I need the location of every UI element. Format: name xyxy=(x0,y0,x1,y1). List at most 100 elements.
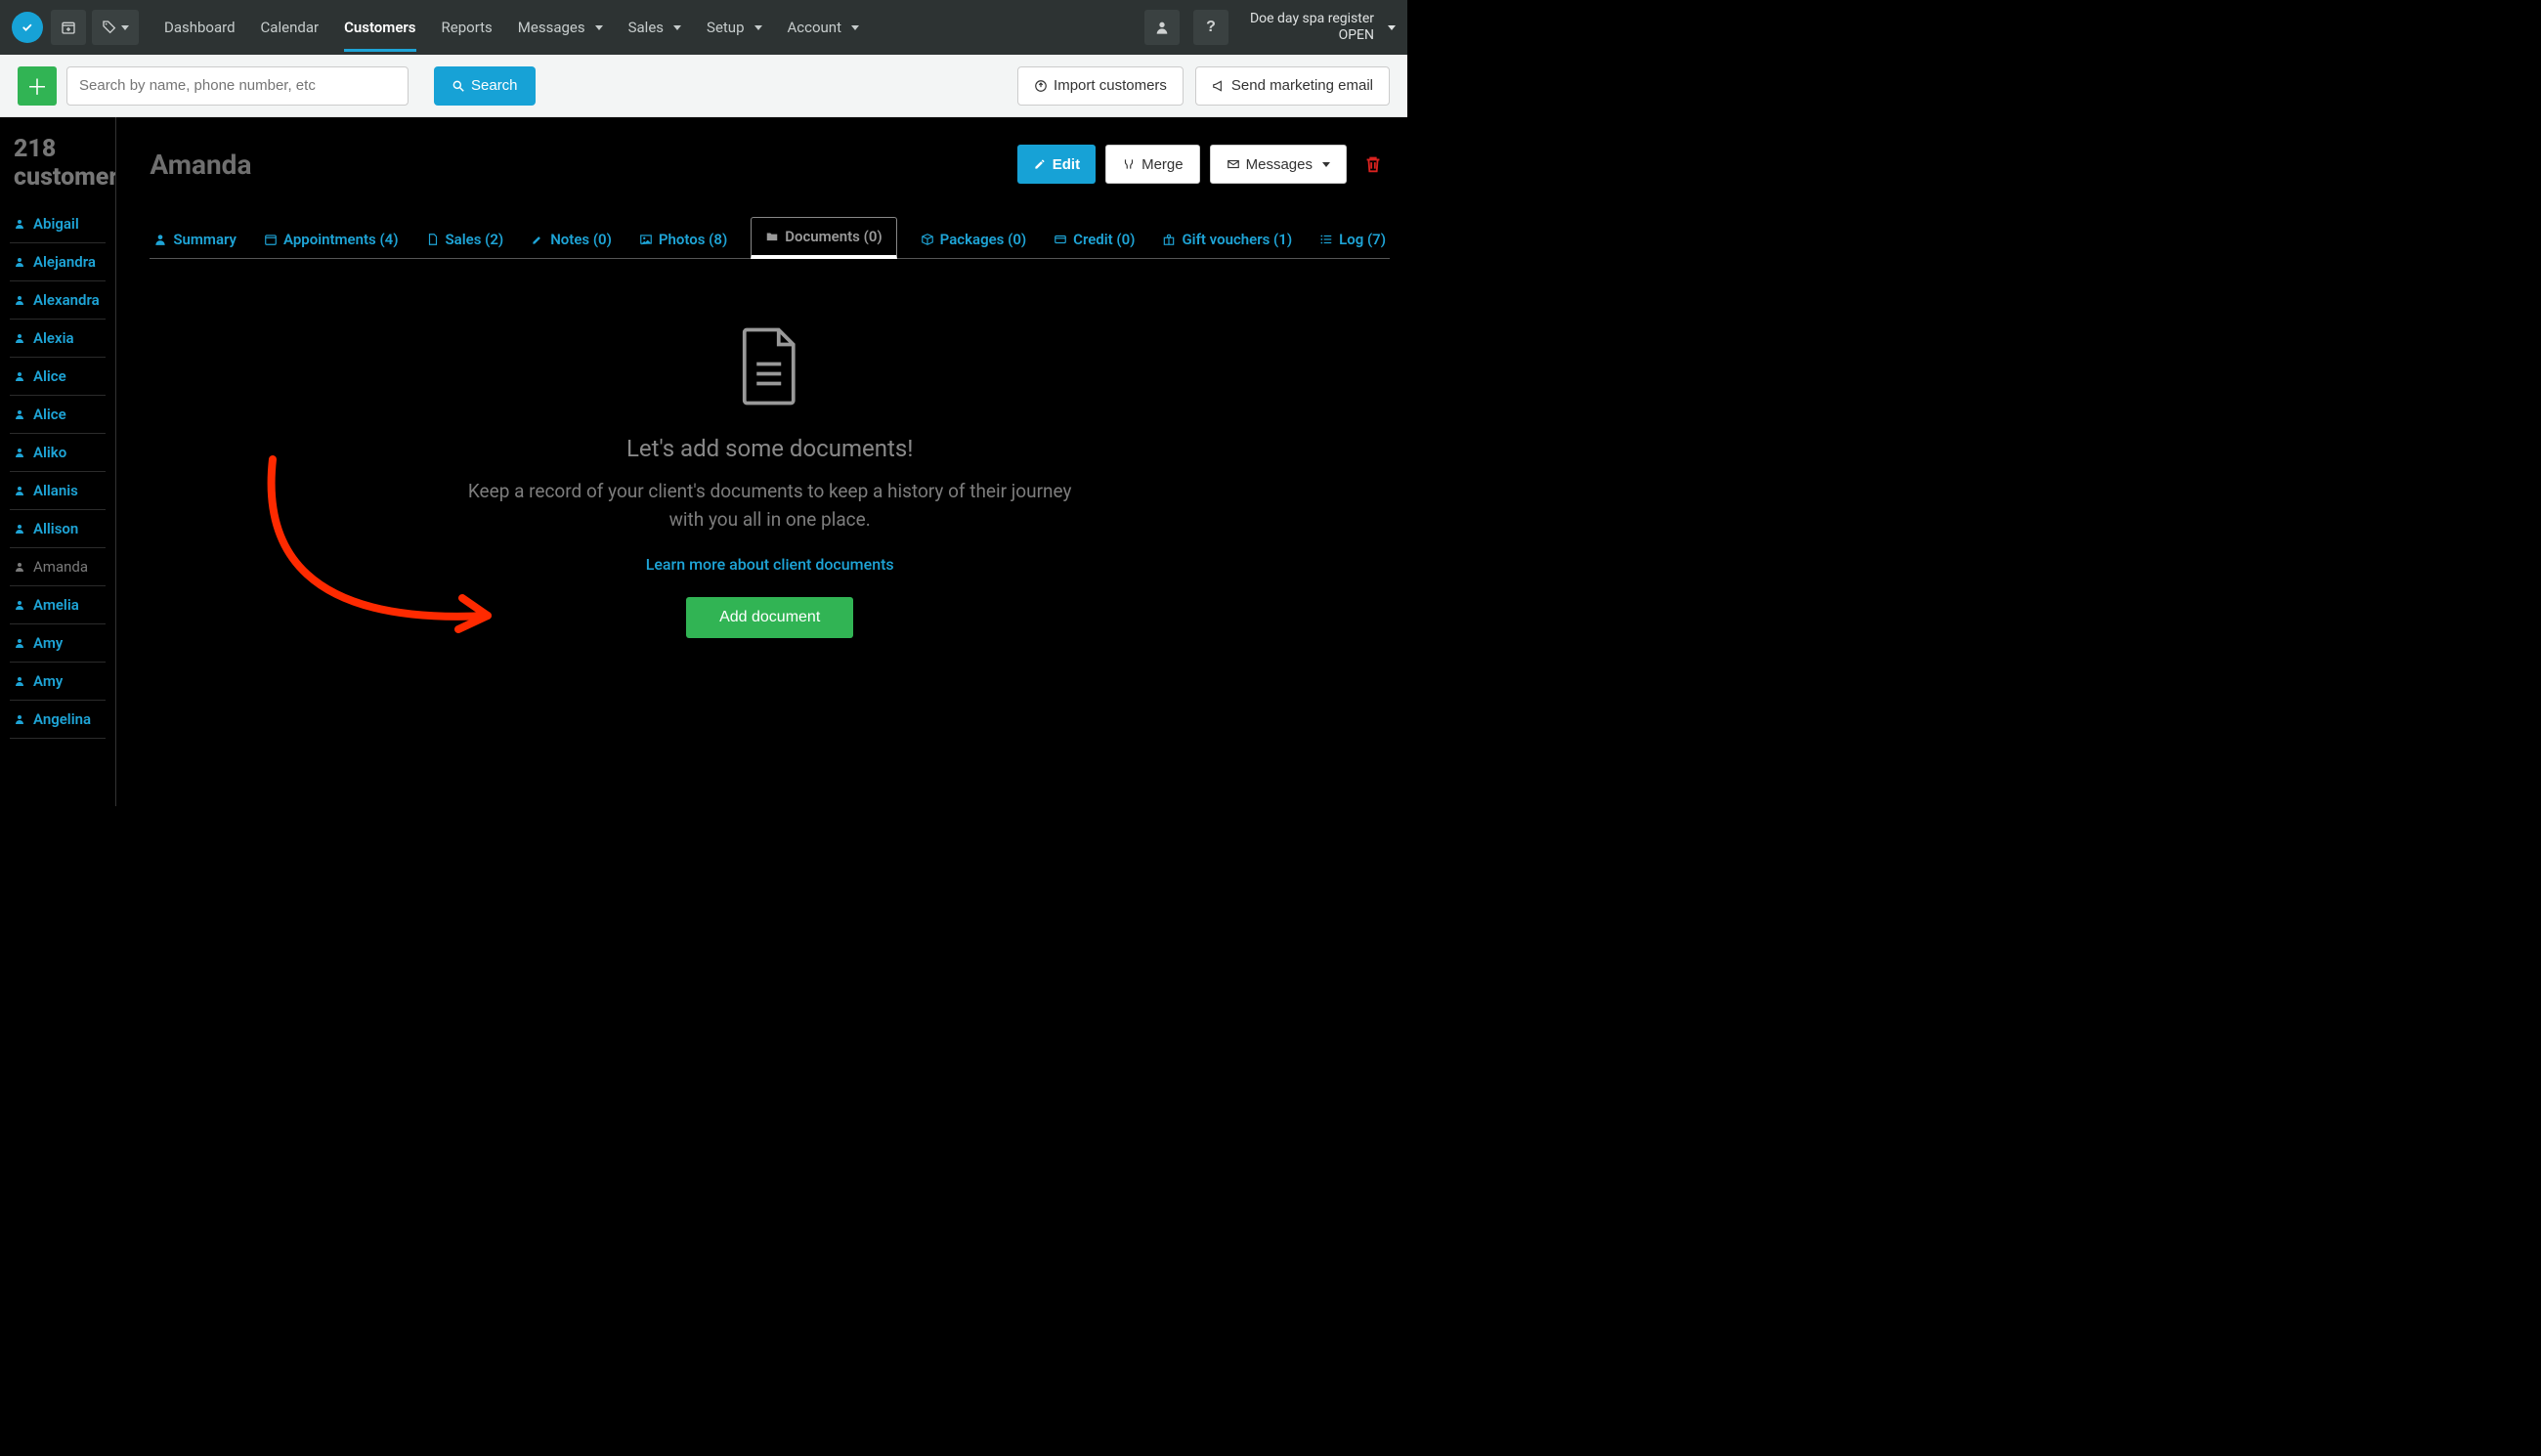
import-customers-button[interactable]: Import customers xyxy=(1017,66,1184,106)
nav-item-customers[interactable]: Customers xyxy=(344,3,415,52)
envelope-icon xyxy=(1227,157,1240,171)
calendar-add-button[interactable] xyxy=(51,10,86,45)
customer-list-item[interactable]: Allison xyxy=(10,510,106,548)
tab-label: Notes (0) xyxy=(550,231,612,248)
search-icon xyxy=(452,79,465,93)
merge-icon xyxy=(1122,157,1136,171)
search-button[interactable]: Search xyxy=(434,66,536,106)
tab-documents[interactable]: Documents (0) xyxy=(751,217,896,259)
customer-list-item[interactable]: Amanda xyxy=(10,548,106,586)
delete-button[interactable] xyxy=(1357,148,1390,181)
chevron-down-icon xyxy=(1322,162,1330,167)
calendar-plus-icon xyxy=(61,20,76,35)
register-status: OPEN xyxy=(1250,27,1374,44)
tab-appointments[interactable]: Appointments (4) xyxy=(260,221,403,258)
customer-list-item[interactable]: Alejandra xyxy=(10,243,106,281)
image-icon xyxy=(639,233,653,246)
tab-label: Log (7) xyxy=(1339,231,1386,248)
search-input[interactable] xyxy=(66,66,409,106)
customer-list-item[interactable]: Aliko xyxy=(10,434,106,472)
document-icon xyxy=(739,327,801,406)
bullhorn-icon xyxy=(1212,79,1226,93)
send-marketing-button[interactable]: Send marketing email xyxy=(1195,66,1390,106)
customer-list-name: Alexandra xyxy=(33,291,100,309)
customer-list-item[interactable]: Amelia xyxy=(10,586,106,624)
tags-dropdown-button[interactable] xyxy=(92,10,139,45)
customer-sidebar: 218 customers showing 51 AbigailAlejandr… xyxy=(0,117,116,806)
check-circle-icon xyxy=(19,19,36,36)
customer-list-item[interactable]: Alice xyxy=(10,396,106,434)
learn-more-link[interactable]: Learn more about client documents xyxy=(646,555,894,574)
edit-button[interactable]: Edit xyxy=(1017,145,1096,184)
register-switcher[interactable]: Doe day spa register OPEN xyxy=(1250,11,1396,44)
user-icon xyxy=(1154,20,1170,35)
customer-list-name: Allanis xyxy=(33,482,78,499)
nav-item-sales[interactable]: Sales xyxy=(628,3,681,52)
customer-list-name: Angelina xyxy=(33,710,91,728)
calendar-icon xyxy=(264,233,278,246)
user-icon xyxy=(153,233,167,246)
customer-list-name: Allison xyxy=(33,520,78,537)
tab-label: Appointments (4) xyxy=(283,231,399,248)
messages-dropdown-button[interactable]: Messages xyxy=(1210,145,1347,184)
tab-packages[interactable]: Packages (0) xyxy=(917,221,1030,258)
customer-list-item[interactable]: Alice xyxy=(10,358,106,396)
nav-item-calendar[interactable]: Calendar xyxy=(261,3,320,52)
chevron-down-icon xyxy=(754,25,762,30)
help-button[interactable]: ? xyxy=(1193,10,1228,45)
customer-list-name: Amy xyxy=(33,634,63,652)
logo[interactable] xyxy=(12,12,43,43)
tags-icon xyxy=(102,20,117,35)
customer-list-name: Aliko xyxy=(33,444,66,461)
tab-credit[interactable]: Credit (0) xyxy=(1050,221,1139,258)
search-button-label: Search xyxy=(471,77,518,94)
nav-item-account[interactable]: Account xyxy=(788,3,860,52)
import-label: Import customers xyxy=(1054,77,1167,94)
add-customer-button[interactable]: ＋ xyxy=(18,66,57,106)
add-document-button[interactable]: Add document xyxy=(686,597,853,638)
tab-label: Sales (2) xyxy=(446,231,504,248)
empty-body: Keep a record of your client's documents… xyxy=(457,478,1083,534)
user-button[interactable] xyxy=(1144,10,1180,45)
customer-content: Amanda Edit Merge Messages xyxy=(116,117,1407,806)
customer-list-item[interactable]: Abigail xyxy=(10,205,106,243)
pencil-icon xyxy=(531,233,544,246)
tab-label: Photos (8) xyxy=(659,231,727,248)
chevron-down-icon xyxy=(1388,25,1396,30)
nav-item-dashboard[interactable]: Dashboard xyxy=(164,3,236,52)
messages-label: Messages xyxy=(1246,156,1313,173)
package-icon xyxy=(921,233,934,246)
nav-item-setup[interactable]: Setup xyxy=(707,3,761,52)
customer-list-name: Alice xyxy=(33,406,66,423)
customer-list-name: Alexia xyxy=(33,329,74,347)
nav-item-reports[interactable]: Reports xyxy=(442,3,493,52)
nav-menu: Dashboard Calendar Customers Reports Message… xyxy=(164,3,859,52)
customer-list-item[interactable]: Alexia xyxy=(10,320,106,358)
list-icon xyxy=(1319,233,1333,246)
marketing-label: Send marketing email xyxy=(1231,77,1373,94)
customer-list-item[interactable]: Amy xyxy=(10,624,106,663)
upload-icon xyxy=(1034,79,1048,93)
tab-label: Summary xyxy=(173,231,237,248)
customer-list-item[interactable]: Alexandra xyxy=(10,281,106,320)
tab-log[interactable]: Log (7) xyxy=(1315,221,1390,258)
customer-list: AbigailAlejandra Alexandra Alexia Alice Alic… xyxy=(10,205,106,739)
tab-sales[interactable]: Sales (2) xyxy=(422,221,508,258)
trash-icon xyxy=(1362,152,1384,176)
tab-photos[interactable]: Photos (8) xyxy=(635,221,731,258)
merge-label: Merge xyxy=(1141,156,1184,173)
tab-summary[interactable]: Summary xyxy=(150,221,240,258)
customer-list-item[interactable]: Amy xyxy=(10,663,106,701)
tab-label: Documents (0) xyxy=(785,228,882,245)
merge-button[interactable]: Merge xyxy=(1105,145,1200,184)
chevron-down-icon xyxy=(851,25,859,30)
folder-icon xyxy=(765,230,779,243)
nav-item-messages[interactable]: Messages xyxy=(518,3,603,52)
tab-label: Packages (0) xyxy=(940,231,1026,248)
tab-gift-vouchers[interactable]: Gift vouchers (1) xyxy=(1158,221,1296,258)
tab-notes[interactable]: Notes (0) xyxy=(527,221,616,258)
customer-list-item[interactable]: Angelina xyxy=(10,701,106,739)
customer-tabs: Summary Appointments (4) Sales (2) Notes (0… xyxy=(150,217,1390,259)
question-icon: ? xyxy=(1206,19,1216,36)
customer-list-item[interactable]: Allanis xyxy=(10,472,106,510)
